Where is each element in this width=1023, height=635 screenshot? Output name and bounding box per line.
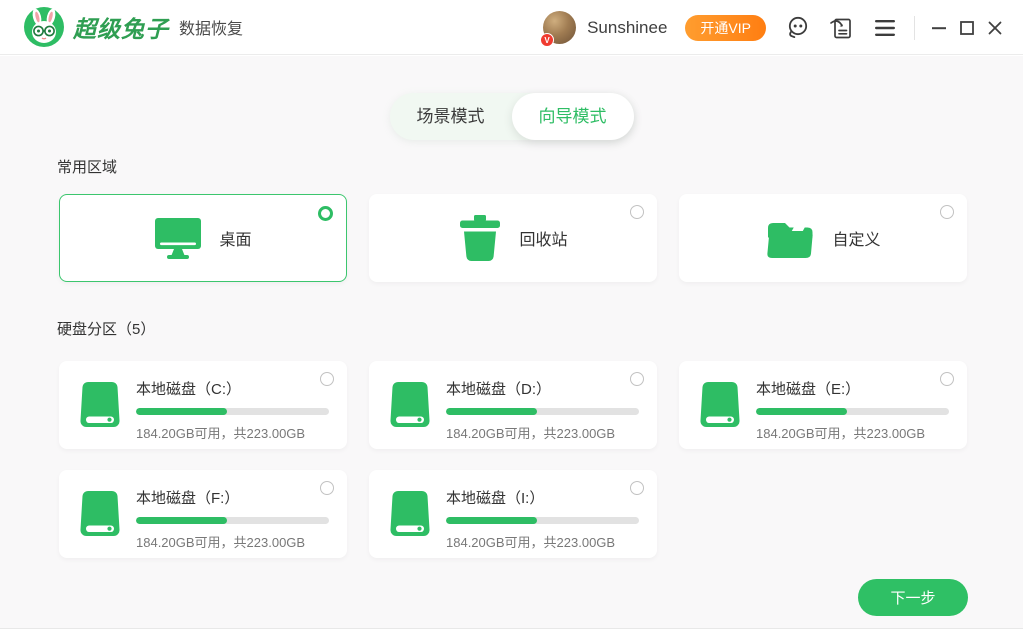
product-name: 数据恢复 <box>179 15 243 39</box>
card-disk-c[interactable]: 本地磁盘（C:） 184.20GB可用，共223.00GB <box>59 361 347 449</box>
tab-scene-mode[interactable]: 场景模式 <box>390 93 512 140</box>
card-custom[interactable]: 自定义 <box>679 194 967 282</box>
card-disk-i[interactable]: 本地磁盘（I:） 184.20GB可用，共223.00GB <box>369 470 657 558</box>
bottom-strip <box>0 628 1023 635</box>
drive-icon <box>80 490 120 537</box>
disk-usage-bar <box>136 408 329 415</box>
drive-icon <box>700 381 740 428</box>
tab-wizard-mode[interactable]: 向导模式 <box>512 93 634 140</box>
user-avatar[interactable]: V <box>543 11 576 44</box>
close-button[interactable] <box>981 14 1009 42</box>
card-desktop-label: 桌面 <box>219 226 251 250</box>
disk-usage-bar <box>446 408 639 415</box>
drive-icon <box>80 381 120 428</box>
disk-usage-text: 184.20GB可用，共223.00GB <box>446 532 639 551</box>
support-icon[interactable] <box>784 15 810 41</box>
brand: 超级兔子 数据恢复 <box>24 7 243 47</box>
disk-name: 本地磁盘（D:） <box>446 378 639 399</box>
disk-usage-bar <box>446 517 639 524</box>
card-desktop[interactable]: 桌面 <box>59 194 347 282</box>
disk-usage-text: 184.20GB可用，共223.00GB <box>446 423 639 442</box>
radio-recycle-bin[interactable] <box>630 205 644 219</box>
next-step-button[interactable]: 下一步 <box>858 579 968 616</box>
card-recycle-bin[interactable]: 回收站 <box>369 194 657 282</box>
app-window: 超级兔子 数据恢复 V Sunshinee 开通VIP <box>0 0 1023 635</box>
titlebar: 超级兔子 数据恢复 V Sunshinee 开通VIP <box>0 0 1023 55</box>
card-disk-e[interactable]: 本地磁盘（E:） 184.20GB可用，共223.00GB <box>679 361 967 449</box>
disk-name: 本地磁盘（F:） <box>136 487 329 508</box>
card-disk-f[interactable]: 本地磁盘（F:） 184.20GB可用，共223.00GB <box>59 470 347 558</box>
feedback-icon[interactable] <box>828 15 854 41</box>
drive-icon <box>390 490 430 537</box>
card-recycle-bin-label: 回收站 <box>519 226 567 250</box>
main-content: 场景模式 向导模式 常用区域 桌面 <box>0 56 1023 628</box>
disk-usage-bar <box>756 408 949 415</box>
disk-name: 本地磁盘（E:） <box>756 378 949 399</box>
disks-section-title: 硬盘分区（5） <box>57 318 155 339</box>
disk-usage-bar <box>136 517 329 524</box>
brand-name: 超级兔子 <box>73 10 169 44</box>
radio-custom[interactable] <box>940 205 954 219</box>
minimize-button[interactable] <box>925 14 953 42</box>
disk-name: 本地磁盘（C:） <box>136 378 329 399</box>
disk-usage-text: 184.20GB可用，共223.00GB <box>136 423 329 442</box>
disk-usage-text: 184.20GB可用，共223.00GB <box>756 423 949 442</box>
username: Sunshinee <box>587 18 667 38</box>
trash-icon <box>458 215 502 262</box>
disk-name: 本地磁盘（I:） <box>446 487 639 508</box>
common-section-title: 常用区域 <box>57 156 117 177</box>
folder-icon <box>765 217 815 260</box>
titlebar-right: V Sunshinee 开通VIP <box>543 0 1009 55</box>
mode-toggle: 场景模式 向导模式 <box>390 93 634 140</box>
drive-icon <box>390 381 430 428</box>
card-custom-label: 自定义 <box>832 226 880 250</box>
menu-icon[interactable] <box>872 15 898 41</box>
disk-usage-text: 184.20GB可用，共223.00GB <box>136 532 329 551</box>
titlebar-divider <box>914 16 915 40</box>
maximize-button[interactable] <box>953 14 981 42</box>
radio-desktop[interactable] <box>318 206 333 221</box>
vip-badge: V <box>540 33 554 47</box>
card-disk-d[interactable]: 本地磁盘（D:） 184.20GB可用，共223.00GB <box>369 361 657 449</box>
rabbit-logo-icon <box>24 7 64 47</box>
open-vip-button[interactable]: 开通VIP <box>685 15 766 41</box>
desktop-icon <box>154 217 202 260</box>
